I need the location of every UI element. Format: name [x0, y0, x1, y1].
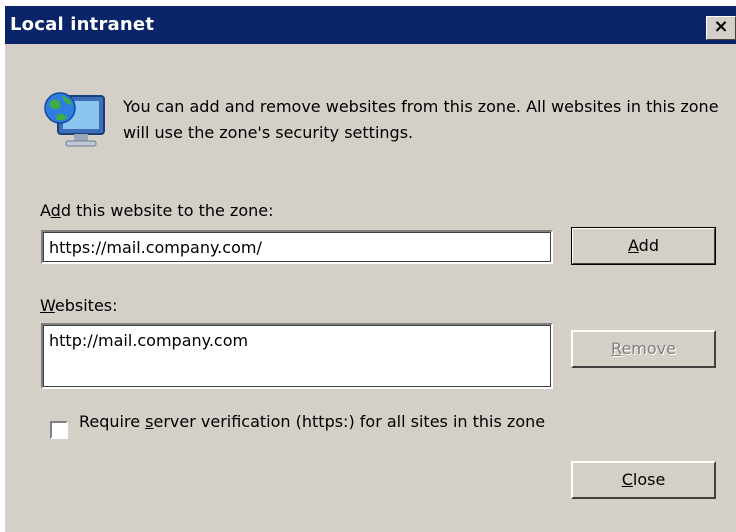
- remove-button-mnemonic: R: [611, 339, 622, 358]
- window-title: Local intranet: [10, 14, 155, 35]
- websites-list[interactable]: http://mail.company.com: [41, 323, 553, 389]
- require-https-label[interactable]: Require server verification (https:) for…: [79, 412, 545, 432]
- https-label-prefix: Require: [79, 412, 146, 431]
- list-item[interactable]: http://mail.company.com: [49, 331, 545, 350]
- globe-computer-icon: [44, 92, 105, 147]
- local-intranet-dialog: Local intranet × You can add and remove …: [5, 6, 736, 532]
- close-button-suffix: lose: [632, 470, 666, 489]
- websites-label: Websites:: [40, 296, 118, 316]
- add-website-label: Add this website to the zone:: [40, 201, 273, 221]
- add-label-mnemonic: d: [50, 201, 61, 220]
- zone-description: You can add and remove websites from thi…: [123, 97, 719, 142]
- remove-button[interactable]: Remove: [571, 330, 716, 368]
- close-button-mnemonic: C: [621, 470, 633, 489]
- websites-label-mnemonic: W: [40, 296, 55, 315]
- websites-label-suffix: ebsites:: [54, 296, 118, 315]
- https-label-suffix: erver verification (https:) for all site…: [153, 412, 546, 431]
- title-bar: Local intranet ×: [5, 6, 736, 44]
- close-icon[interactable]: ×: [706, 16, 736, 40]
- add-button[interactable]: Add: [571, 227, 716, 265]
- require-https-checkbox[interactable]: [50, 421, 68, 439]
- add-button-suffix: dd: [638, 236, 659, 255]
- add-website-input[interactable]: [41, 230, 553, 264]
- add-label-suffix: d this website to the zone:: [60, 201, 274, 220]
- add-label-prefix: A: [40, 201, 51, 220]
- add-button-mnemonic: A: [628, 236, 639, 255]
- remove-button-suffix: emove: [621, 339, 676, 358]
- close-button[interactable]: Close: [571, 461, 716, 499]
